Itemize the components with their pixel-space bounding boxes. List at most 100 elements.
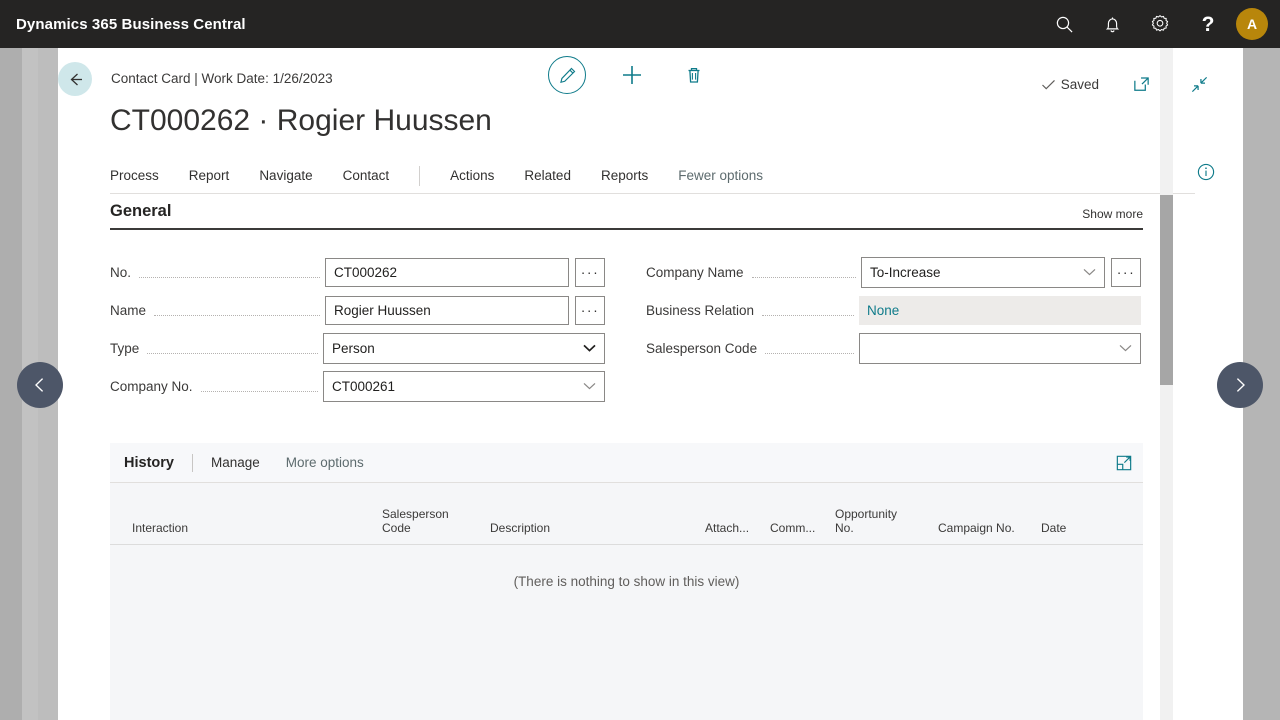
column-header-interaction[interactable]: Interaction [132,521,382,544]
field-control-business-relation: None [859,295,1141,325]
company-name-lookup[interactable]: To-Increase [861,256,1105,288]
app-topbar: Dynamics 365 Business Central ? A [0,0,1280,48]
edit-button[interactable] [548,56,586,94]
status-label: Saved [1060,76,1099,92]
history-more-options-link[interactable]: More options [286,455,364,470]
topbar-actions: ? A [1040,0,1280,48]
collapse-arrows-icon [1191,76,1207,92]
plus-icon [623,66,641,84]
page-header: Contact Card | Work Date: 1/26/2023 Save… [58,48,1243,100]
column-header-comment[interactable]: Comm... [770,521,835,544]
name-input[interactable]: Rogier Huussen [325,295,569,325]
pencil-icon [559,67,575,83]
company-no-lookup[interactable]: CT000261 [323,370,605,402]
gear-icon [1151,15,1169,32]
no-assist-edit-button[interactable]: ··· [575,257,605,287]
field-name: Name Rogier Huussen ··· [110,291,605,329]
page-title: CT000262 · Rogier Huussen [110,104,492,137]
salesperson-code-lookup[interactable] [859,332,1141,364]
column-header-opportunity-no[interactable]: Opportunity No. [835,507,938,544]
field-control-company-name: To-Increase ··· [861,256,1141,288]
type-select-value: Person [332,340,375,356]
column-header-attachment[interactable]: Attach... [705,521,770,544]
chevron-left-icon [35,378,44,392]
info-button[interactable] [1197,163,1215,181]
dot-leader [154,314,320,316]
menu-item-actions[interactable]: Actions [450,168,494,183]
chevron-right-icon [1236,378,1245,392]
notifications-button[interactable] [1088,0,1136,48]
field-label-no: No. [110,264,132,280]
field-no: No. CT000262 ··· [110,253,605,291]
open-new-window-icon [1133,76,1149,91]
menu-item-report[interactable]: Report [189,168,230,183]
new-button[interactable] [616,59,648,91]
field-label-company-name: Company Name [646,264,744,280]
company-no-value: CT000261 [332,378,396,394]
column-header-date[interactable]: Date [1041,521,1101,544]
page-action-group [548,56,710,94]
field-label-company-no: Company No. [110,378,193,394]
field-control-company-no: CT000261 [323,370,605,402]
no-input[interactable]: CT000262 [325,257,569,287]
form-column-left: No. CT000262 ··· Name Rogier Huussen ··· [110,253,605,405]
menu-item-navigate[interactable]: Navigate [259,168,312,183]
company-name-assist-edit-button[interactable]: ··· [1111,257,1141,287]
delete-button[interactable] [678,59,710,91]
scrollbar-thumb[interactable] [1160,195,1173,385]
info-icon [1197,163,1215,181]
field-type: Type Person [110,329,605,367]
history-expand-button[interactable] [1115,454,1133,472]
name-assist-edit-button[interactable]: ··· [575,295,605,325]
field-salesperson-code: Salesperson Code [646,329,1141,367]
chevron-down-icon [1119,344,1132,352]
arrow-left-icon [70,73,82,85]
settings-button[interactable] [1136,0,1184,48]
trash-icon [688,67,700,83]
menu-item-fewer-options[interactable]: Fewer options [678,168,763,183]
field-control-salesperson-code [859,332,1141,364]
dot-leader [147,352,318,354]
field-company-no: Company No. CT000261 [110,367,605,405]
history-manage-link[interactable]: Manage [211,455,260,470]
page-scrollbar[interactable] [1160,48,1173,720]
field-control-no: CT000262 ··· [325,257,605,287]
menu-item-related[interactable]: Related [524,168,571,183]
history-toolbar: History Manage More options [110,443,1143,483]
field-control-type: Person [323,332,605,364]
history-table-header: Interaction Salesperson Code Description… [110,483,1143,545]
next-record-button[interactable] [1217,362,1263,408]
form-column-right: Company Name To-Increase ··· Business Re… [646,253,1141,367]
chevron-down-icon [583,382,596,390]
column-header-salesperson-code[interactable]: Salesperson Code [382,507,490,544]
menu-item-reports[interactable]: Reports [601,168,648,183]
breadcrumb: Contact Card | Work Date: 1/26/2023 [111,71,333,86]
business-relation-value: None [859,295,1141,325]
page-card: Contact Card | Work Date: 1/26/2023 Save… [58,48,1243,720]
back-button[interactable] [58,62,92,96]
page-header-right: Saved [1041,68,1215,100]
avatar[interactable]: A [1236,8,1268,40]
open-in-new-window-button[interactable] [1125,68,1157,100]
chevron-down-icon [1083,268,1096,276]
bell-icon [1105,16,1119,32]
menu-item-contact[interactable]: Contact [343,168,390,183]
search-button[interactable] [1040,0,1088,48]
field-control-name: Rogier Huussen ··· [325,295,605,325]
menu-divider [419,165,421,186]
show-more-link[interactable]: Show more [1082,207,1143,221]
dot-leader [200,390,318,392]
field-label-salesperson-code: Salesperson Code [646,340,758,356]
type-select[interactable]: Person [323,332,605,364]
chevron-down-icon [583,344,596,352]
column-header-description[interactable]: Description [490,521,705,544]
help-button[interactable]: ? [1184,0,1232,48]
menu-item-process[interactable]: Process [110,168,159,183]
collapse-button[interactable] [1183,68,1215,100]
check-icon [1041,79,1055,90]
previous-record-button[interactable] [17,362,63,408]
field-company-name: Company Name To-Increase ··· [646,253,1141,291]
field-label-name: Name [110,302,147,318]
tab-history[interactable]: History [124,455,174,471]
column-header-campaign-no[interactable]: Campaign No. [938,521,1041,544]
